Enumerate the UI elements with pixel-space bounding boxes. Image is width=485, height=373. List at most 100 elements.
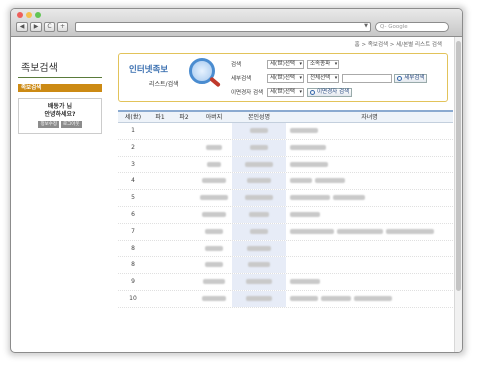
cell-self-name[interactable] [232,190,286,206]
cell-branch1 [148,173,172,189]
scrollbar-thumb[interactable] [456,41,461,291]
alias-generation-select[interactable]: 세(世)선택 ▾ [267,87,304,97]
logout-button[interactable]: 로그아웃 [61,121,82,128]
cell-self-name[interactable] [232,257,286,274]
cell-branch1 [148,274,172,290]
table-row[interactable]: 10 [118,290,453,308]
generation-select[interactable]: 세(世)선택 ▾ [267,59,304,69]
table-row[interactable]: 1 [118,123,453,140]
cell-self-name[interactable] [232,240,286,257]
forward-button[interactable]: ▶ [30,22,42,32]
alias-search-button-label: 이면경자 검색 [316,88,350,95]
brand-title: 인터넷족보 [129,65,169,75]
table-row[interactable]: 7 [118,223,453,241]
cell-children [286,140,453,156]
cell-children [286,257,453,273]
redacted-child-name [386,228,434,234]
header-children[interactable]: 자녀명 [286,112,453,122]
header-branch1[interactable]: 파1 [148,112,172,122]
redacted-self-name [246,279,272,285]
cell-branch2 [172,257,196,273]
zoom-window-button[interactable] [35,12,41,18]
minimize-window-button[interactable] [26,12,32,18]
cell-self-name[interactable] [232,173,286,190]
cell-branch2 [172,140,196,156]
alias-search-button[interactable]: 이면경자 검색 [306,87,353,97]
table-row[interactable]: 8 [118,240,453,258]
cell-father [196,190,232,206]
edit-profile-button[interactable]: 정보수정 [38,121,59,128]
cell-self-name[interactable] [232,274,286,290]
header-father[interactable]: 아버지 [196,112,232,122]
cell-branch1 [148,190,172,206]
sidebar-item-genealogy-search[interactable]: 족보검색 [18,84,102,92]
branch-select[interactable]: 소속종파 ▾ [306,59,340,69]
redacted-child-name [290,295,318,301]
cell-father [196,224,232,240]
reload-button[interactable]: C [44,22,55,32]
cell-generation: 8 [131,244,135,252]
redacted-self-name [249,211,269,217]
table-row[interactable]: 6 [118,206,453,224]
cell-generation: 8 [131,261,135,269]
chevron-down-icon: ▾ [299,74,302,81]
cell-father [196,291,232,307]
vertical-scrollbar[interactable] [454,37,462,352]
cell-self-name[interactable] [232,290,286,307]
detail-generation-select[interactable]: 세(世)선택 ▾ [267,73,304,83]
redacted-child-name [290,195,330,201]
cell-branch2 [172,157,196,173]
table-row[interactable]: 8 [118,257,453,275]
address-dropdown-icon[interactable]: ▼ [364,23,368,29]
header-generation[interactable]: 세(世) [118,112,148,122]
chevron-down-icon: ▾ [299,60,302,67]
cell-self-name[interactable] [232,123,286,139]
redacted-child-name [290,144,326,150]
header-branch2[interactable]: 파2 [172,112,196,122]
table-row[interactable]: 4 [118,173,453,191]
sidebar-title: 족보검색 [18,55,102,78]
detail-search-button[interactable]: 세부검색 [394,73,428,83]
breadcrumb: 홈 > 족보검색 > 세/본별 리스트 검색 [354,42,442,48]
cell-branch1 [148,241,172,257]
table-row[interactable]: 9 [118,274,453,291]
cell-children [286,123,453,139]
cell-generation: 2 [131,143,135,151]
greeting: 안녕하세요? [44,111,76,118]
cell-branch2 [172,190,196,206]
cell-self-name[interactable] [232,156,286,173]
close-window-button[interactable] [17,12,23,18]
redacted-child-name [321,295,351,301]
cell-children [286,207,453,223]
back-button[interactable]: ◀ [16,22,28,32]
table-row[interactable]: 3 [118,156,453,174]
cell-self-name[interactable] [232,223,286,240]
redacted-father-name [203,279,225,285]
redacted-father-name [205,262,223,268]
detail-scope-select[interactable]: 전체선택 ▾ [306,73,340,83]
user-actions: 정보수정 로그아웃 [19,121,101,128]
add-bookmark-button[interactable]: + [57,22,68,32]
detail-search-button-label: 세부검색 [404,74,425,81]
redacted-self-name [245,195,273,201]
detail-search-input[interactable] [342,73,393,83]
redacted-child-name [290,128,318,133]
cell-generation: 6 [131,210,135,218]
browser-search-field[interactable]: Q- Google [375,22,449,32]
chevron-down-icon: ▾ [334,74,338,81]
table-row[interactable]: 2 [118,139,453,157]
cell-generation: 4 [131,177,135,185]
cell-branch1 [148,207,172,223]
table-row[interactable]: 5 [118,190,453,207]
redacted-child-name [354,295,392,301]
cell-children [286,157,453,173]
header-self-name[interactable]: 본인성명 [232,112,286,122]
redacted-child-name [290,279,320,285]
cell-generation: 10 [129,294,137,302]
cell-branch2 [172,173,196,189]
cell-self-name[interactable] [232,139,286,156]
address-bar[interactable]: ▼ [75,22,371,32]
sidebar: 족보검색 족보검색 배동가 님 안녕하세요? 정보수정 로그아웃 [18,55,102,134]
cell-self-name[interactable] [232,206,286,223]
window-controls [17,12,41,18]
